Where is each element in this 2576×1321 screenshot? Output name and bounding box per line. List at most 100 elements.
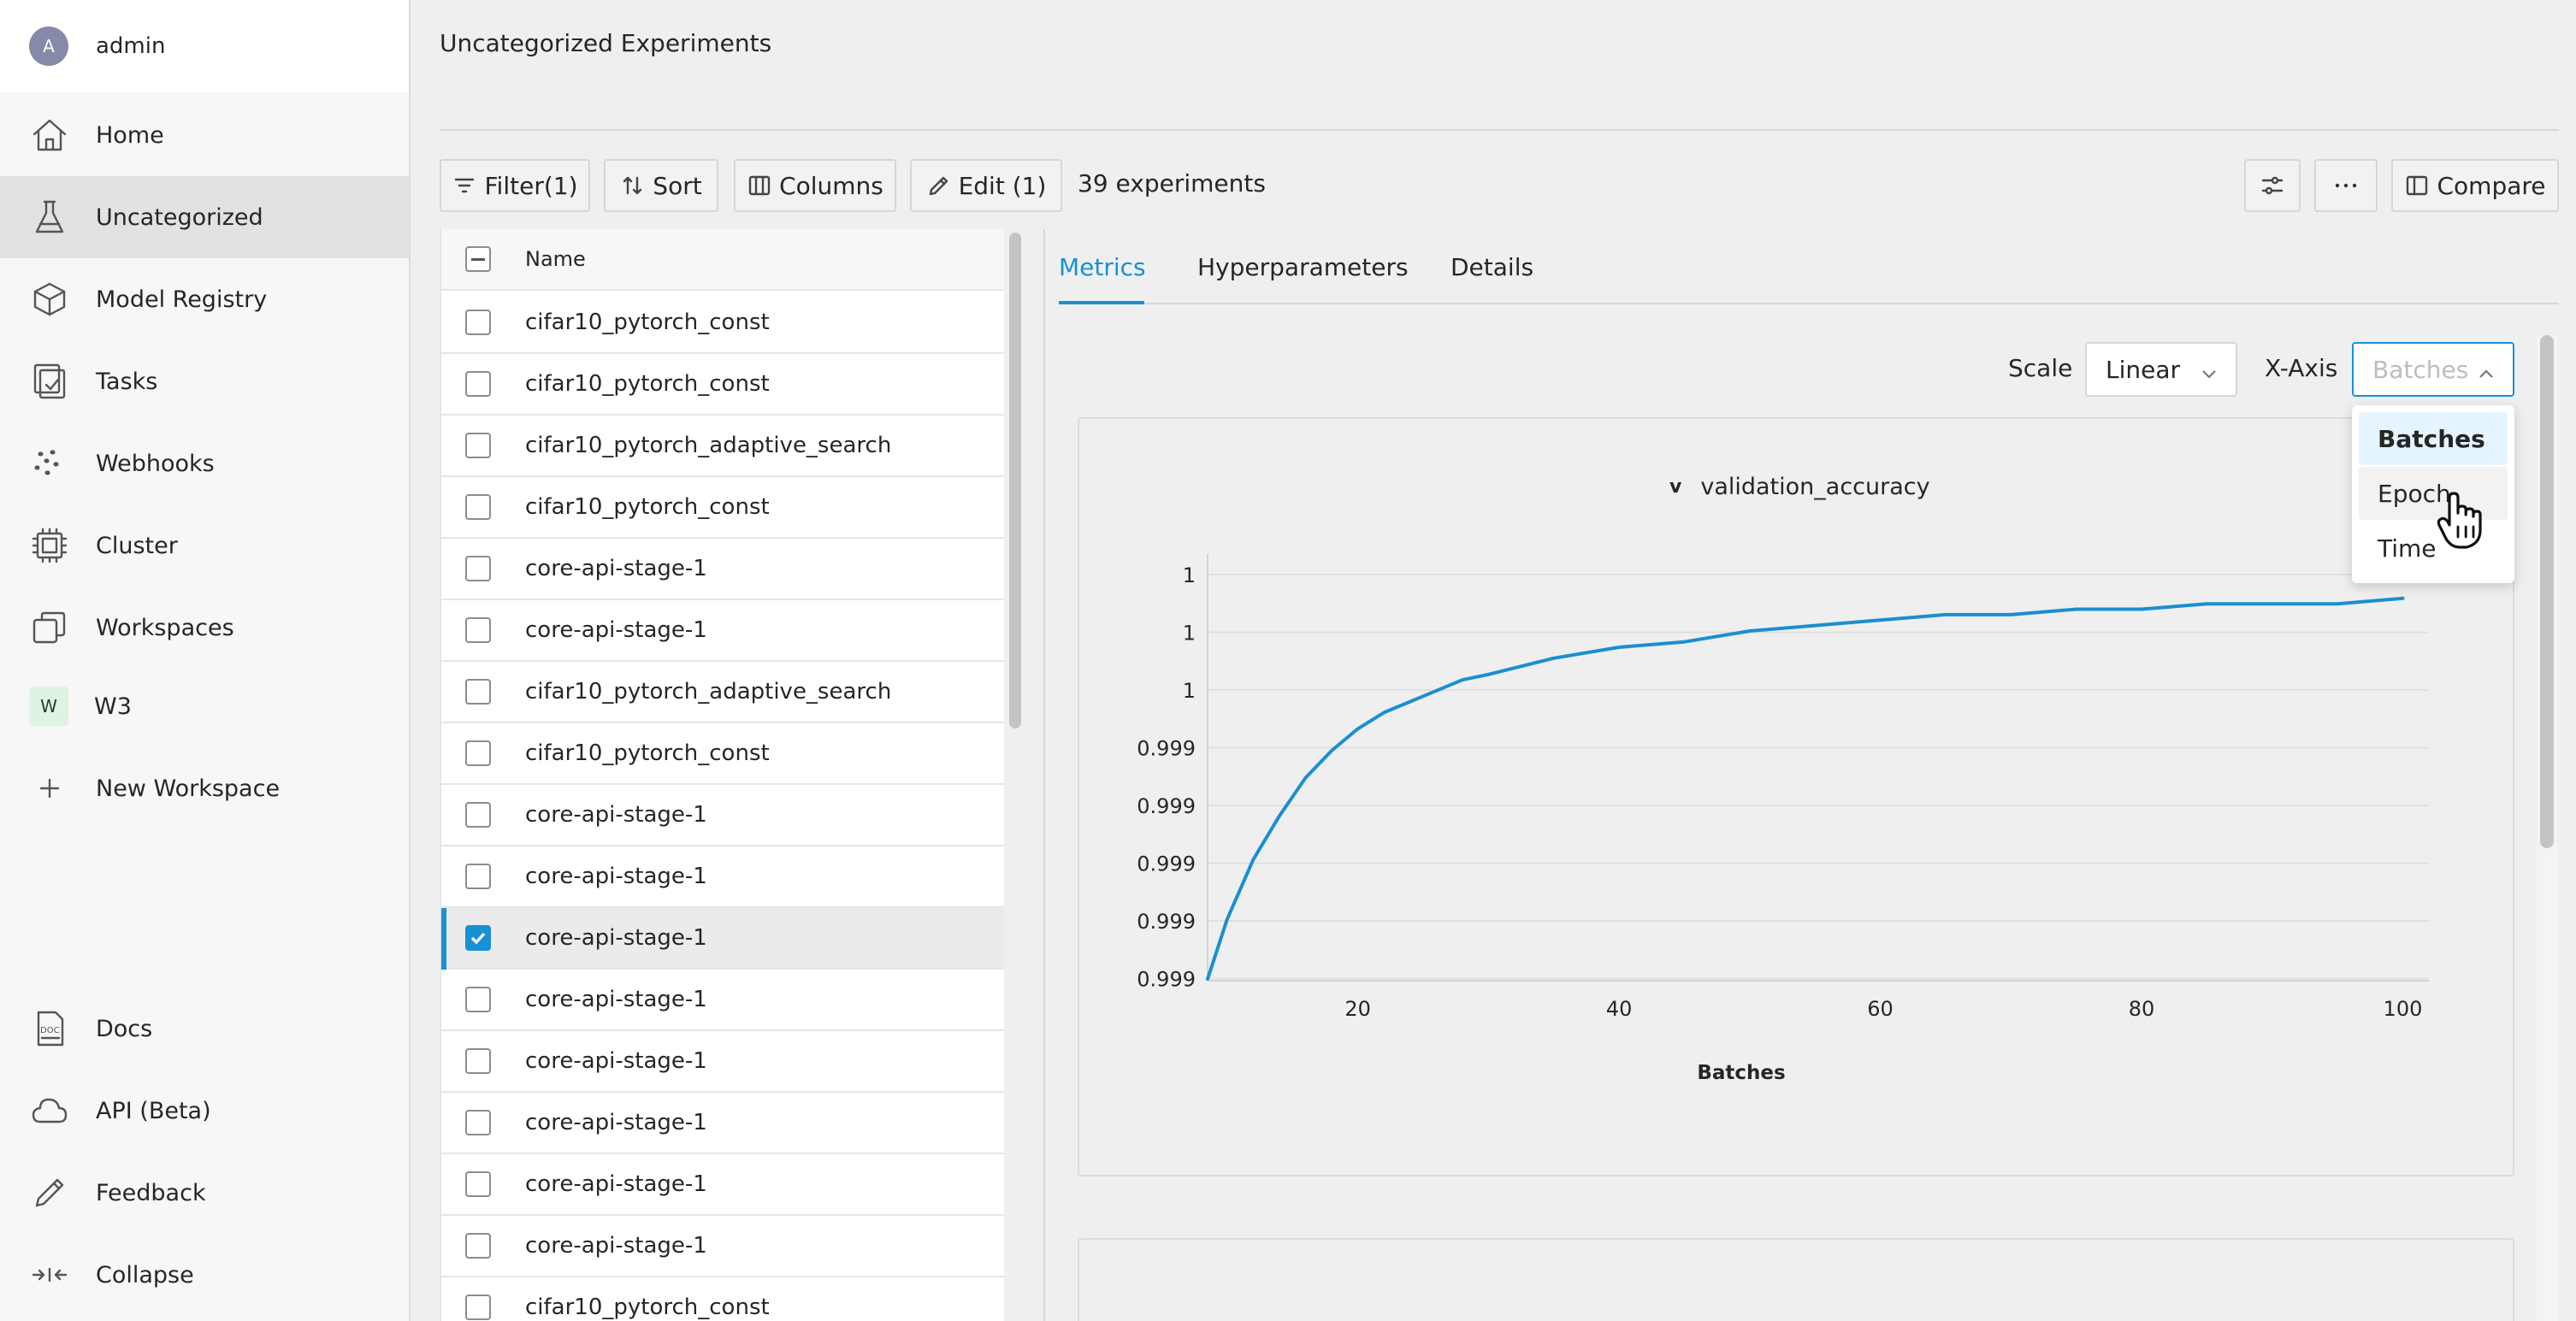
experiment-table: Name cifar10_pytorch_const cifar10_pytorc… bbox=[440, 229, 1004, 1321]
cloud-icon bbox=[29, 1090, 70, 1131]
y-tick-label: 1 bbox=[1183, 679, 1196, 703]
xaxis-select[interactable]: Batches bbox=[2352, 342, 2514, 397]
experiment-name[interactable]: core-api-stage-1 bbox=[525, 556, 707, 581]
table-row[interactable]: core-api-stage-1 bbox=[441, 846, 1004, 908]
sidebar-item-home[interactable]: Home bbox=[0, 94, 409, 176]
row-checkbox[interactable] bbox=[465, 1233, 491, 1259]
row-checkbox[interactable] bbox=[465, 1294, 491, 1320]
xaxis-option-batches[interactable]: Batches bbox=[2359, 412, 2508, 465]
experiment-name[interactable]: core-api-stage-1 bbox=[525, 802, 707, 828]
row-checkbox[interactable] bbox=[465, 494, 491, 520]
table-row[interactable]: cifar10_pytorch_adaptive_search bbox=[441, 662, 1004, 723]
experiment-name[interactable]: core-api-stage-1 bbox=[525, 617, 707, 643]
experiment-name[interactable]: core-api-stage-1 bbox=[525, 1171, 707, 1197]
experiment-name[interactable]: core-api-stage-1 bbox=[525, 1233, 707, 1259]
user-menu[interactable]: A admin bbox=[0, 0, 409, 92]
row-checkbox[interactable] bbox=[465, 371, 491, 397]
avatar: A bbox=[29, 27, 68, 66]
experiment-name[interactable]: core-api-stage-1 bbox=[525, 1048, 707, 1074]
experiment-name[interactable]: cifar10_pytorch_const bbox=[525, 494, 770, 520]
table-row[interactable]: cifar10_pytorch_const bbox=[441, 723, 1004, 785]
table-row[interactable]: core-api-stage-1 bbox=[441, 908, 1004, 970]
tab-details[interactable]: Details bbox=[1450, 253, 1533, 281]
row-checkbox[interactable] bbox=[465, 1048, 491, 1074]
table-row[interactable]: core-api-stage-1 bbox=[441, 1031, 1004, 1093]
panel-scrollbar[interactable] bbox=[2540, 335, 2554, 848]
sidebar-item-uncategorized[interactable]: Uncategorized bbox=[0, 176, 409, 258]
scale-select[interactable]: Linear bbox=[2085, 342, 2237, 397]
experiment-name[interactable]: cifar10_pytorch_const bbox=[525, 371, 770, 397]
sidebar-item-api[interactable]: API (Beta) bbox=[0, 1070, 409, 1152]
xaxis-option-time[interactable]: Time bbox=[2359, 522, 2508, 575]
experiment-name[interactable]: cifar10_pytorch_adaptive_search bbox=[525, 433, 891, 458]
edit-button[interactable]: Edit (1) bbox=[910, 159, 1062, 212]
table-row[interactable]: core-api-stage-1 bbox=[441, 539, 1004, 600]
sidebar-item-w3[interactable]: W W3 bbox=[0, 665, 409, 747]
experiment-name[interactable]: cifar10_pytorch_const bbox=[525, 310, 770, 335]
sidebar-item-docs[interactable]: DOC Docs bbox=[0, 988, 409, 1070]
table-row[interactable]: cifar10_pytorch_adaptive_search bbox=[441, 416, 1004, 477]
table-row[interactable]: cifar10_pytorch_const bbox=[441, 1277, 1004, 1321]
row-checkbox[interactable] bbox=[465, 679, 491, 705]
title-divider bbox=[440, 129, 2559, 131]
row-checkbox[interactable] bbox=[465, 740, 491, 766]
docs-icon: DOC bbox=[29, 1008, 70, 1049]
experiment-name[interactable]: cifar10_pytorch_const bbox=[525, 1294, 770, 1320]
table-row[interactable]: core-api-stage-1 bbox=[441, 1093, 1004, 1154]
table-row[interactable]: core-api-stage-1 bbox=[441, 970, 1004, 1031]
x-tick-label: 80 bbox=[2129, 997, 2155, 1021]
series-line-validation-accuracy[interactable] bbox=[1206, 596, 2405, 981]
chevron-down-icon bbox=[2200, 361, 2219, 380]
row-checkbox[interactable] bbox=[465, 1110, 491, 1135]
row-checkbox[interactable] bbox=[465, 556, 491, 581]
row-checkbox[interactable] bbox=[465, 433, 491, 458]
table-row[interactable]: cifar10_pytorch_const bbox=[441, 292, 1004, 354]
table-row[interactable]: cifar10_pytorch_const bbox=[441, 477, 1004, 539]
tab-hyperparameters[interactable]: Hyperparameters bbox=[1197, 253, 1409, 281]
more-options-button[interactable] bbox=[2314, 159, 2378, 212]
experiment-name[interactable]: core-api-stage-1 bbox=[525, 925, 707, 951]
sidebar-item-tasks[interactable]: Tasks bbox=[0, 340, 409, 422]
y-tick-label: 0.999 bbox=[1137, 852, 1196, 876]
experiment-name[interactable]: core-api-stage-1 bbox=[525, 864, 707, 889]
columns-button[interactable]: Columns bbox=[734, 159, 896, 212]
y-tick-label: 1 bbox=[1183, 622, 1196, 646]
sidebar-item-webhooks[interactable]: Webhooks bbox=[0, 422, 409, 504]
row-checkbox[interactable] bbox=[465, 617, 491, 643]
sidebar-item-feedback[interactable]: Feedback bbox=[0, 1152, 409, 1234]
sidebar-item-new-workspace[interactable]: New Workspace bbox=[0, 747, 409, 829]
filter-button[interactable]: Filter(1) bbox=[440, 159, 590, 212]
sort-button[interactable]: Sort bbox=[604, 159, 718, 212]
row-checkbox[interactable] bbox=[465, 987, 491, 1012]
name-column-header[interactable]: Name bbox=[525, 247, 586, 271]
sidebar-item-cluster[interactable]: Cluster bbox=[0, 504, 409, 587]
experiment-name[interactable]: cifar10_pytorch_const bbox=[525, 740, 770, 766]
table-row[interactable]: core-api-stage-1 bbox=[441, 1154, 1004, 1216]
select-all-checkbox[interactable] bbox=[465, 246, 491, 272]
panel-divider[interactable] bbox=[1043, 229, 1045, 1321]
sidebar-item-label: W3 bbox=[94, 693, 132, 720]
compare-button[interactable]: Compare bbox=[2391, 159, 2559, 212]
row-checkbox[interactable] bbox=[465, 864, 491, 889]
row-checkbox[interactable] bbox=[465, 310, 491, 335]
table-row[interactable]: cifar10_pytorch_const bbox=[441, 354, 1004, 416]
sidebar-item-collapse[interactable]: Collapse bbox=[0, 1234, 409, 1316]
experiment-name[interactable]: core-api-stage-1 bbox=[525, 1110, 707, 1135]
experiment-name[interactable]: cifar10_pytorch_adaptive_search bbox=[525, 679, 891, 705]
sidebar-item-model-registry[interactable]: Model Registry bbox=[0, 258, 409, 340]
table-row[interactable]: core-api-stage-1 bbox=[441, 600, 1004, 662]
xaxis-dropdown-menu: Batches Epoch Time bbox=[2352, 405, 2514, 583]
row-checkbox[interactable] bbox=[465, 925, 491, 951]
sidebar-item-workspaces[interactable]: Workspaces bbox=[0, 587, 409, 669]
experiment-name[interactable]: core-api-stage-1 bbox=[525, 987, 707, 1012]
sidebar-item-label: Feedback bbox=[96, 1179, 206, 1206]
row-checkbox[interactable] bbox=[465, 1171, 491, 1197]
tab-metrics[interactable]: Metrics bbox=[1059, 253, 1146, 281]
xaxis-option-epoch[interactable]: Epoch bbox=[2359, 467, 2508, 520]
cube-icon bbox=[29, 279, 70, 320]
row-checkbox[interactable] bbox=[465, 802, 491, 828]
table-scrollbar[interactable] bbox=[1009, 233, 1021, 728]
settings-button[interactable] bbox=[2244, 159, 2301, 212]
table-row[interactable]: core-api-stage-1 bbox=[441, 1216, 1004, 1277]
table-row[interactable]: core-api-stage-1 bbox=[441, 785, 1004, 846]
